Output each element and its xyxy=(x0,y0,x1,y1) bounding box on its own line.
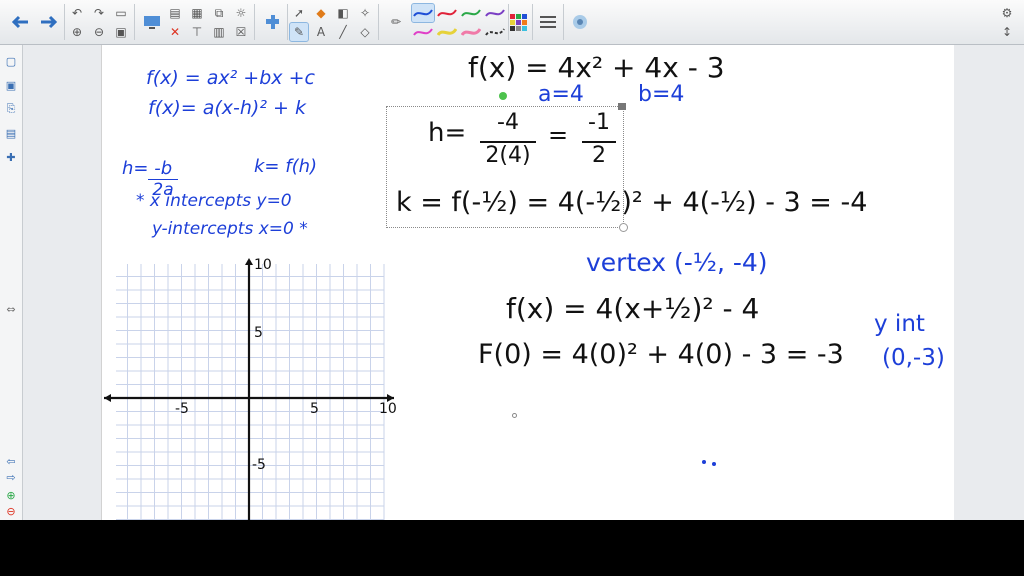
magic-pen-icon[interactable]: ✧ xyxy=(356,4,374,22)
cursor-dot-icon xyxy=(512,413,517,418)
back-arrow-icon[interactable] xyxy=(6,7,34,37)
forward-arrow-icon[interactable] xyxy=(35,7,63,37)
select-arrow-icon[interactable]: ➚ xyxy=(290,4,308,22)
axis-arrow xyxy=(104,394,111,402)
pen-icon[interactable]: ✎ xyxy=(289,22,309,42)
standard-form-note: f(x) = ax² +bx +c xyxy=(146,67,315,89)
line-icon[interactable]: ╱ xyxy=(334,23,352,41)
redo-icon[interactable]: ↷ xyxy=(90,4,108,22)
h-numerator: -4 xyxy=(497,110,519,135)
properties-icon[interactable] xyxy=(566,7,594,37)
y-tick-label-neg5: -5 xyxy=(252,457,266,473)
page-gutter xyxy=(23,45,101,520)
x-tick-label-neg5: -5 xyxy=(175,401,189,417)
x-tick-label-10: 10 xyxy=(379,401,397,417)
selection-menu-icon[interactable] xyxy=(618,103,626,110)
y-tick-label-10: 10 xyxy=(254,257,272,273)
pencil-icon[interactable]: ✏ xyxy=(382,7,410,37)
prev-page-icon[interactable]: ⇦ xyxy=(3,453,19,469)
h-equals: = xyxy=(548,121,569,149)
vertex-line: vertex (-½, -4) xyxy=(586,248,768,277)
pen-style-yellow[interactable] xyxy=(436,23,458,41)
a-value: a=4 xyxy=(538,82,584,107)
next-page-icon[interactable]: ⇨ xyxy=(3,469,19,485)
y-intercepts-note: y-intercepts x=0 * xyxy=(152,219,308,239)
close-box-icon[interactable]: ☒ xyxy=(232,23,250,41)
fill-icon[interactable]: ◆ xyxy=(312,4,330,22)
screenshade-icon[interactable]: ▦ xyxy=(188,4,206,22)
h-denominator: 2(4) xyxy=(480,141,536,168)
line-style-icon[interactable] xyxy=(534,7,562,37)
text-icon[interactable]: A xyxy=(312,23,330,41)
ink-aware-icon[interactable]: ☼ xyxy=(232,4,250,22)
pen-style-purple[interactable] xyxy=(484,4,506,22)
pen-style-pink[interactable] xyxy=(460,23,482,41)
whiteboard-page[interactable]: f(x) = ax² +bx +c f(x)= a(x-h)² + k h= -… xyxy=(101,45,955,520)
pen-style-blue[interactable] xyxy=(411,3,435,23)
gallery-icon[interactable]: ▣ xyxy=(3,77,19,93)
properties-tab-icon[interactable]: ▤ xyxy=(3,125,19,141)
coordinate-grid xyxy=(104,258,394,520)
x-intercepts-note: * x intercepts y=0 xyxy=(136,191,292,211)
eraser-icon[interactable]: ◧ xyxy=(334,4,352,22)
y-tick-label-5: 5 xyxy=(254,325,263,341)
toolbar-move-icon[interactable]: ↕ xyxy=(998,23,1016,41)
add-ons-icon[interactable] xyxy=(258,7,286,37)
ink-dot xyxy=(702,460,706,464)
b-value: b=4 xyxy=(638,82,685,107)
resize-handle-icon[interactable]: ⇔ xyxy=(3,301,19,317)
table-icon[interactable]: ▥ xyxy=(210,23,228,41)
save-icon[interactable]: ▣ xyxy=(112,23,130,41)
toolbar: ↶ ↷ ▭ ⊕ ⊖ ▣ ▤ ▦ ⧉ ☼ ✕ ⊤ ▥ ☒ ➚ ◆ ◧ ✧ ✎ A … xyxy=(0,0,1024,45)
h-formula-note: h= -b xyxy=(122,158,173,179)
h-label: h= xyxy=(428,118,467,148)
shape-icon[interactable]: ◇ xyxy=(356,23,374,41)
delete-icon[interactable]: ✕ xyxy=(166,23,184,41)
color-palette-icon[interactable] xyxy=(504,7,532,37)
right-gutter xyxy=(954,45,1024,520)
side-tab-bar: ▢ ▣ ⎘ ▤ ✚ ⇔ ⇦ ⇨ ⊕ ⊖ xyxy=(0,45,23,520)
rotate-handle-icon[interactable] xyxy=(499,92,507,100)
folder-icon[interactable]: ▭ xyxy=(112,4,130,22)
axis-arrow xyxy=(245,258,253,265)
capture-icon[interactable]: ⧉ xyxy=(210,4,228,22)
resize-handle-icon[interactable] xyxy=(619,223,628,232)
undo-icon[interactable]: ↶ xyxy=(68,4,86,22)
x-tick-label-5: 5 xyxy=(310,401,319,417)
shade-icon[interactable]: ⊤ xyxy=(188,23,206,41)
delete-page-icon[interactable]: ⊖ xyxy=(90,23,108,41)
add-page-icon[interactable]: ⊕ xyxy=(68,23,86,41)
pen-style-red[interactable] xyxy=(436,4,458,22)
screen-icon[interactable] xyxy=(138,7,166,37)
y-int-point: (0,-3) xyxy=(882,345,945,371)
h-result-denominator: 2 xyxy=(582,141,616,168)
bottom-black-bar xyxy=(0,520,1024,576)
equation-line: f(x) = 4x² + 4x - 3 xyxy=(468,51,725,84)
k-calculation: k = f(-½) = 4(-½)² + 4(-½) - 3 = -4 xyxy=(396,187,868,218)
vertex-form-line: f(x) = 4(x+½)² - 4 xyxy=(506,292,760,325)
pen-style-dashed[interactable] xyxy=(484,23,506,41)
pen-style-magenta[interactable] xyxy=(412,23,434,41)
y-intercept-calculation: F(0) = 4(0)² + 4(0) - 3 = -3 xyxy=(478,339,844,370)
page-sorter-icon[interactable]: ▢ xyxy=(3,53,19,69)
delete-page-side-icon[interactable]: ⊖ xyxy=(3,503,19,519)
ink-dot xyxy=(712,462,716,466)
add-ons-tab-icon[interactable]: ✚ xyxy=(3,149,19,165)
settings-icon[interactable]: ⚙ xyxy=(998,4,1016,22)
add-page-side-icon[interactable]: ⊕ xyxy=(3,487,19,503)
k-formula-note: k= f(h) xyxy=(254,156,318,177)
vertex-form-note: f(x)= a(x-h)² + k xyxy=(148,97,306,119)
y-int-label: y int xyxy=(874,311,925,337)
h-result-numerator: -1 xyxy=(588,110,610,135)
pen-style-green[interactable] xyxy=(460,4,482,22)
attachments-icon[interactable]: ⎘ xyxy=(3,101,19,117)
paste-icon[interactable]: ▤ xyxy=(166,4,184,22)
